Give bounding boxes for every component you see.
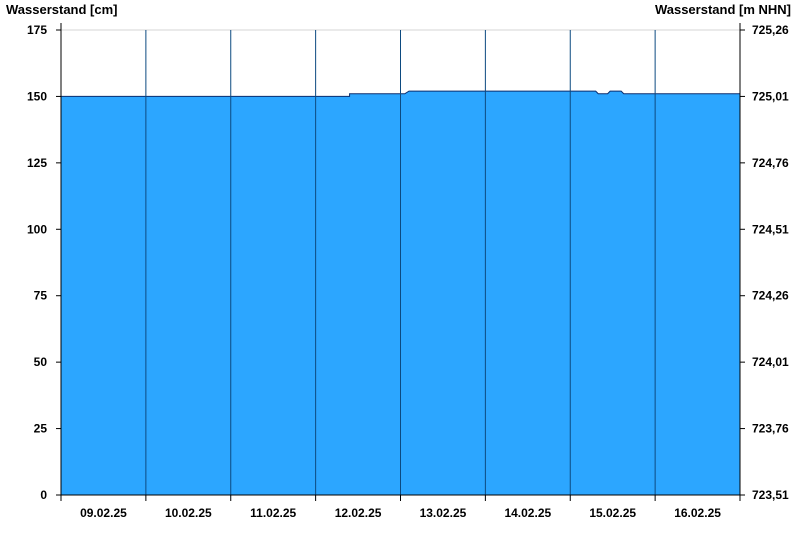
right-axis-title: Wasserstand [m NHN]: [655, 2, 791, 17]
x-tick-label: 09.02.25: [80, 506, 127, 520]
right-y-tick-label: 723,51: [752, 488, 789, 502]
x-tick-label: 15.02.25: [589, 506, 636, 520]
left-y-tick-label: 125: [27, 156, 47, 170]
right-y-tick-label: 724,51: [752, 222, 789, 236]
right-y-tick-label: 724,76: [752, 156, 789, 170]
water-level-chart: Wasserstand [cm] Wasserstand [m NHN] 0 72…: [0, 0, 800, 550]
left-y-tick-label: 25: [34, 422, 48, 436]
right-y-tick-label: 724,26: [752, 289, 789, 303]
left-axis-title: Wasserstand [cm]: [6, 2, 118, 17]
left-y-tick-label: 150: [27, 89, 47, 103]
right-y-tick-label: 723,76: [752, 422, 789, 436]
x-tick-label: 10.02.25: [165, 506, 212, 520]
x-tick-label: 13.02.25: [420, 506, 467, 520]
left-y-tick-label: 0: [40, 488, 47, 502]
x-tick-label: 16.02.25: [674, 506, 721, 520]
left-y-tick-label: 100: [27, 222, 47, 236]
right-y-tick-label: 725,26: [752, 23, 789, 37]
left-y-tick-label: 50: [34, 355, 48, 369]
chart-svg: Wasserstand [cm] Wasserstand [m NHN] 0 72…: [0, 0, 800, 550]
left-y-tick-label: 175: [27, 23, 47, 37]
left-y-tick-label: 75: [34, 289, 48, 303]
right-y-tick-label: 724,01: [752, 355, 789, 369]
x-tick-label: 11.02.25: [250, 506, 296, 520]
x-tick-label: 14.02.25: [504, 506, 551, 520]
right-y-tick-label: 725,01: [752, 89, 789, 103]
x-tick-label: 12.02.25: [335, 506, 382, 520]
